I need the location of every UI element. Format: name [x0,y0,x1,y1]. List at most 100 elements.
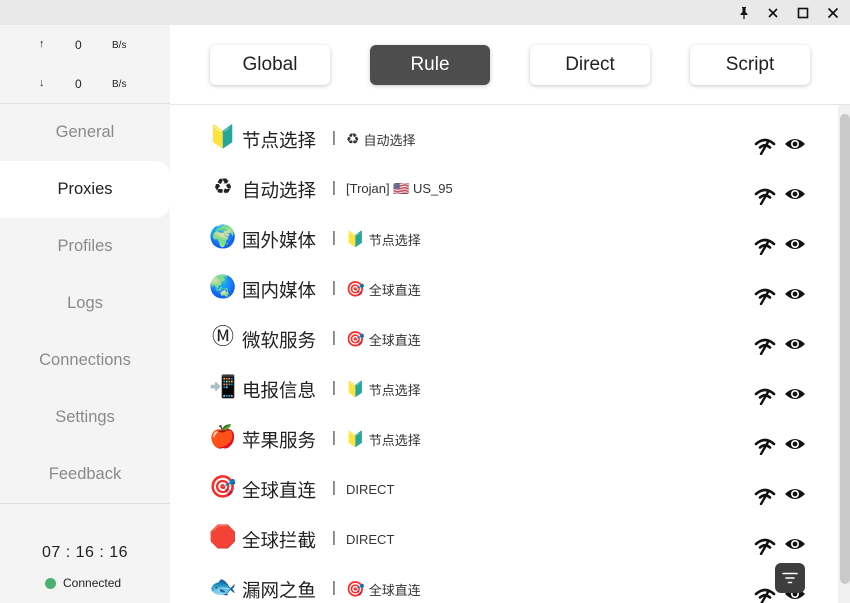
connection-status: Connected [45,576,121,590]
proxy-group-row[interactable]: 📲 电报信息 | 🔰 节点选择 [170,365,838,415]
latency-test-icon[interactable] [754,137,776,156]
latency-test-icon[interactable] [754,487,776,506]
sidebar-item-label: Connections [39,351,131,369]
selected-proxy-label: 节点选择 [368,382,421,398]
latency-test-icon[interactable] [754,537,776,556]
sidebar-item-label: Feedback [48,465,122,483]
selected-emoji-icon: 🔰 [346,229,365,248]
selected-emoji-icon: 🔰 [346,379,365,398]
group-separator: | [332,179,336,196]
selected-proxy-label: 自动选择 [363,132,416,148]
proxy-group-row[interactable]: 🔰 节点选择 | ♻ 自动选择 [170,115,838,165]
latency-test-icon[interactable] [754,437,776,456]
view-group-icon[interactable] [784,536,806,552]
close-icon[interactable] [822,2,844,23]
upload-arrow-icon: ↑ [39,38,45,50]
group-selected-proxy[interactable]: 🎯 全球直连 [346,278,421,300]
group-separator: | [332,429,336,446]
mode-global-button[interactable]: Global [210,45,330,85]
group-separator: | [332,479,336,496]
status-dot-icon [45,577,56,589]
selected-proxy-label: 全球直连 [368,332,421,348]
selected-proxy-label: DIRECT [346,481,395,497]
selected-emoji-icon: ♻ [346,129,360,148]
group-selected-proxy[interactable]: DIRECT [346,528,394,550]
group-emoji-icon: ♻ [213,175,233,200]
proxy-group-row[interactable]: 🐟 漏网之鱼 | 🎯 全球直连 [170,565,838,603]
sidebar-item-label: Settings [55,408,115,426]
group-selected-proxy[interactable]: 🎯 全球直连 [346,578,421,600]
latency-test-icon[interactable] [754,337,776,356]
group-selected-proxy[interactable]: [Trojan] 🇺🇸 US_95 [346,178,453,200]
filter-button[interactable] [775,563,805,593]
mode-rule-button[interactable]: Rule [370,45,490,85]
view-group-icon[interactable] [784,386,806,402]
group-emoji-icon: 🐟 [209,575,237,600]
proxy-group-list: 🔰 节点选择 | ♻ 自动选择 ♻ 自动选择 | [Trojan] 🇺🇸 US_95 🌍 国外媒体 |… [170,105,838,603]
upload-speed: ↑ 0 B/s [0,36,170,56]
maximize-icon[interactable] [792,2,814,23]
upload-unit: B/s [112,40,127,51]
proxy-group-row[interactable]: 🌍 国外媒体 | 🔰 节点选择 [170,215,838,265]
sidebar-item-logs[interactable]: Logs [0,275,170,332]
sidebar-item-label: Logs [67,294,103,312]
uptime-clock: 07 : 16 : 16 [41,544,129,561]
group-name: 自动选择 [242,180,317,201]
view-group-icon[interactable] [784,136,806,152]
view-group-icon[interactable] [784,436,806,452]
selected-proxy-label: 节点选择 [368,432,421,448]
selected-proxy-label: DIRECT [346,531,395,547]
group-emoji-icon: 📲 [209,375,237,400]
mode-script-button[interactable]: Script [690,45,810,85]
proxy-group-row[interactable]: Ⓜ 微软服务 | 🎯 全球直连 [170,315,838,365]
group-emoji-icon: 🌍 [209,225,237,250]
group-name: 全球直连 [242,480,317,501]
group-separator: | [332,529,336,546]
latency-test-icon[interactable] [754,187,776,206]
sidebar-item-label: Proxies [57,180,113,198]
sidebar-item-settings[interactable]: Settings [0,389,170,446]
view-group-icon[interactable] [784,486,806,502]
proxy-group-row[interactable]: 🎯 全球直连 | DIRECT [170,465,838,515]
group-separator: | [332,279,336,296]
selected-emoji-icon: 🎯 [346,579,365,598]
scrollbar-thumb[interactable] [840,114,850,584]
group-selected-proxy[interactable]: 🔰 节点选择 [346,228,421,250]
sidebar-item-connections[interactable]: Connections [0,332,170,389]
view-group-icon[interactable] [784,186,806,202]
proxy-group-row[interactable]: ♻ 自动选择 | [Trojan] 🇺🇸 US_95 [170,165,838,215]
sidebar-item-general[interactable]: General [0,104,170,161]
title-bar [0,0,850,25]
selected-proxy-label: [Trojan] 🇺🇸 US_95 [346,181,453,196]
selected-proxy-label: 节点选择 [368,232,421,248]
download-speed: ↓ 0 B/s [0,75,170,95]
latency-test-icon[interactable] [754,587,776,603]
proxy-group-row[interactable]: 🛑 全球拦截 | DIRECT [170,515,838,565]
group-emoji-icon: 🌏 [209,275,237,300]
view-group-icon[interactable] [784,286,806,302]
sidebar-item-feedback[interactable]: Feedback [0,446,170,503]
group-selected-proxy[interactable]: 🎯 全球直连 [346,328,421,350]
pin-icon[interactable] [733,2,755,23]
group-selected-proxy[interactable]: 🔰 节点选择 [346,428,421,450]
latency-test-icon[interactable] [754,237,776,256]
mode-direct-button[interactable]: Direct [530,45,650,85]
proxy-group-row[interactable]: 🌏 国内媒体 | 🎯 全球直连 [170,265,838,315]
selected-proxy-label: 全球直连 [368,282,421,298]
group-selected-proxy[interactable]: DIRECT [346,478,394,500]
proxy-group-row[interactable]: 🍎 苹果服务 | 🔰 节点选择 [170,415,838,465]
view-group-icon[interactable] [784,236,806,252]
sidebar-item-profiles[interactable]: Profiles [0,218,170,275]
sidebar-item-proxies[interactable]: Proxies [0,161,170,218]
group-emoji-icon: Ⓜ [211,325,234,350]
group-selected-proxy[interactable]: ♻ 自动选择 [346,128,415,150]
view-group-icon[interactable] [784,336,806,352]
connection-status-label: Connected [63,576,122,590]
minimize-icon[interactable] [762,2,784,23]
group-selected-proxy[interactable]: 🔰 节点选择 [346,378,421,400]
group-name: 微软服务 [242,330,317,351]
selected-emoji-icon: 🎯 [346,279,365,298]
latency-test-icon[interactable] [754,387,776,406]
latency-test-icon[interactable] [754,287,776,306]
selected-proxy-label: 全球直连 [368,582,421,598]
